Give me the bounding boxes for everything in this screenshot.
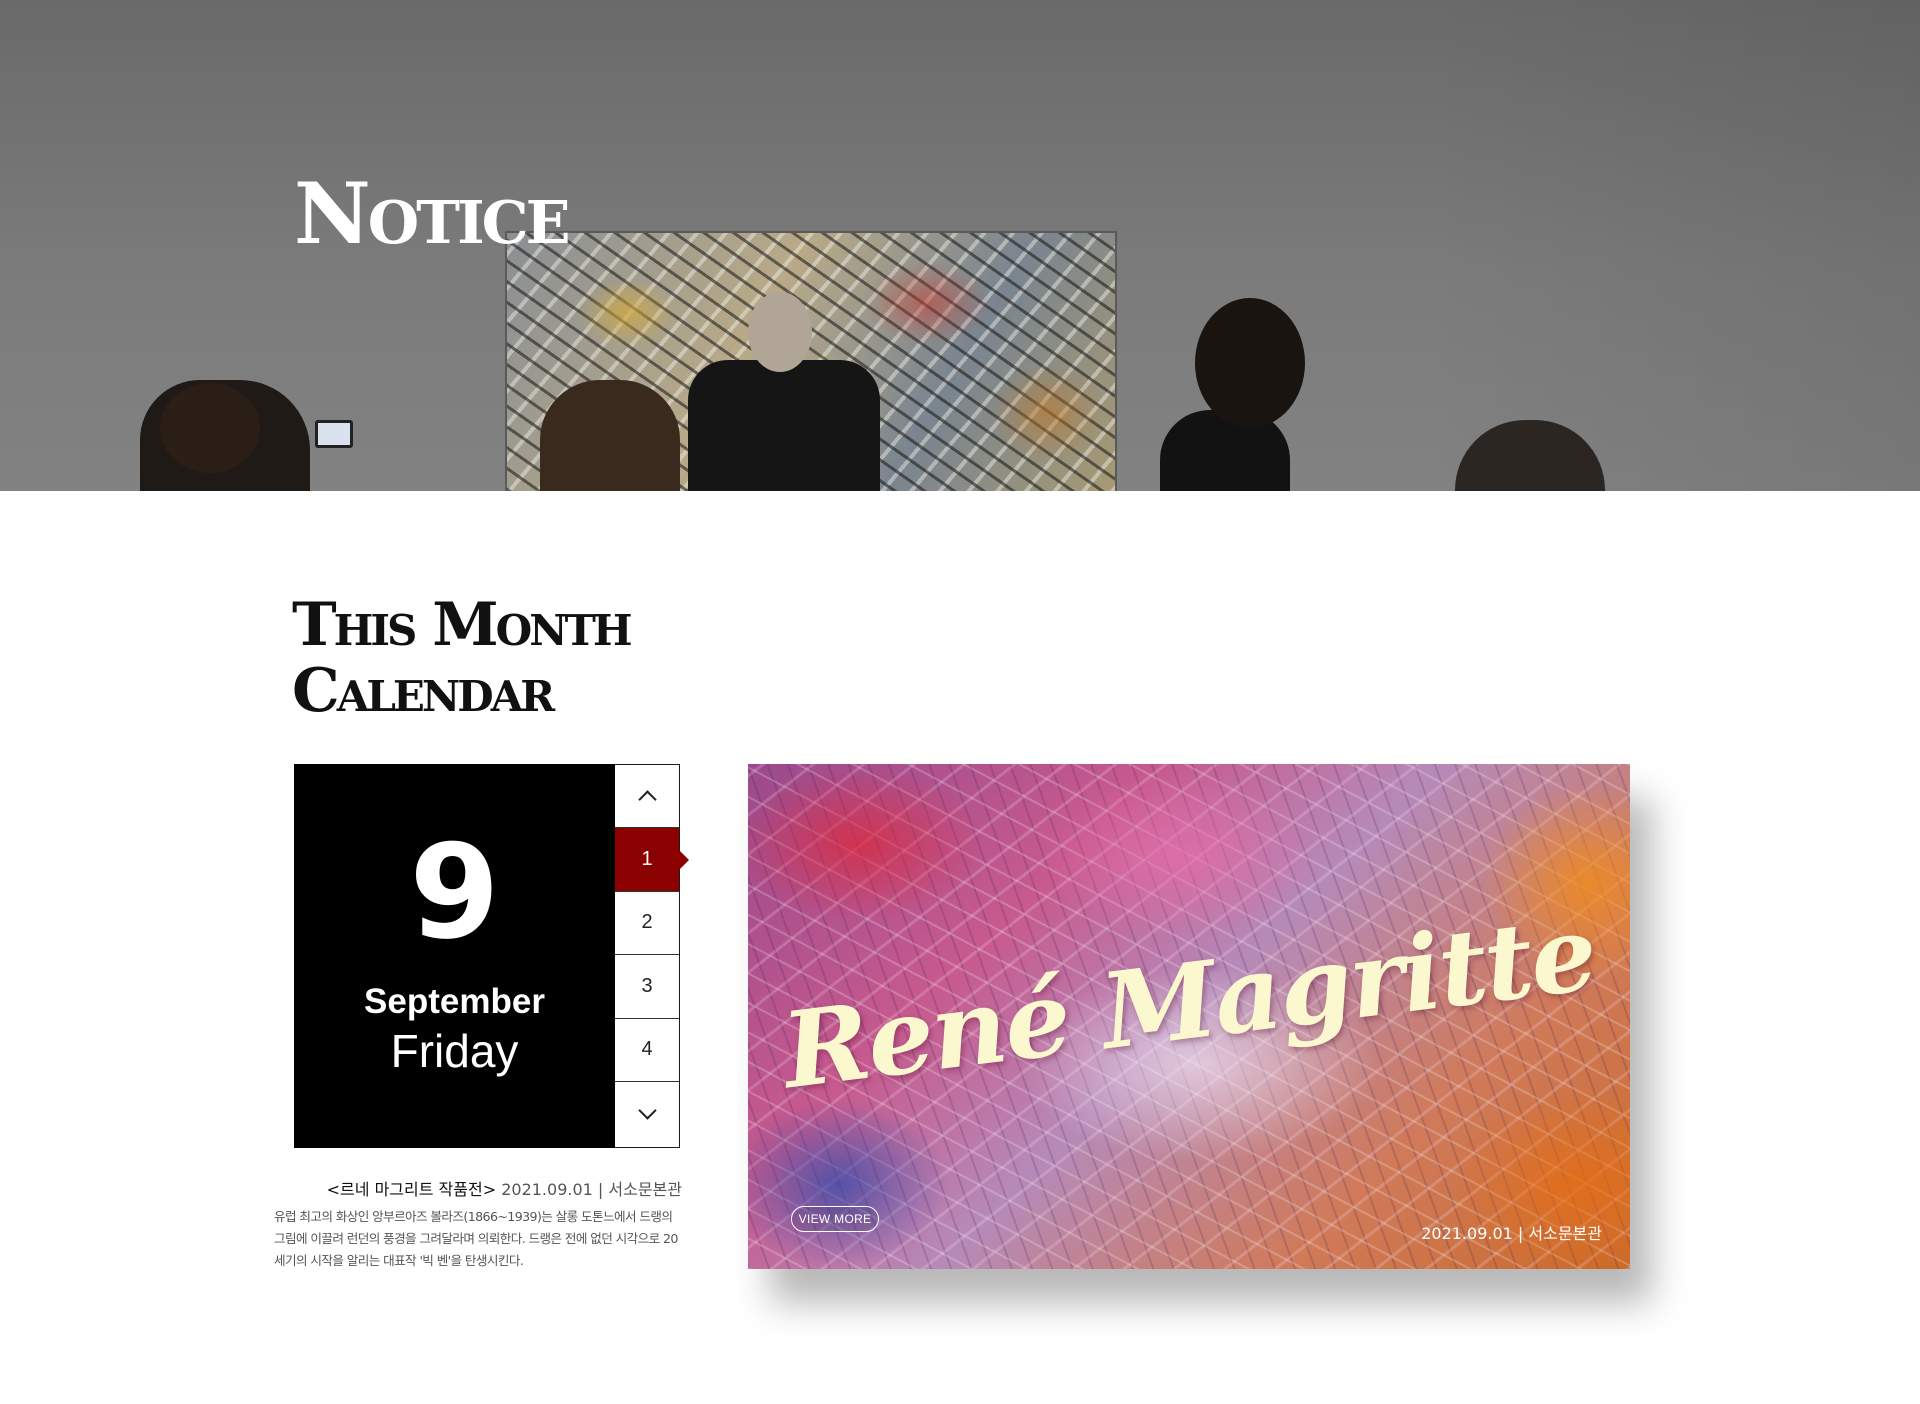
view-more-button[interactable]: VIEW MORE [791,1206,879,1232]
chevron-down-icon [637,1101,657,1120]
calendar-day-number: 9 [409,816,500,968]
visitor-silhouette [540,380,680,491]
event-body-text: 유럽 최고의 화상인 앙부르아즈 볼라즈(1866~1939)는 살롱 도톤느에… [274,1209,678,1268]
chevron-up-icon [637,789,657,809]
calendar-day-item[interactable]: 2 [615,891,679,956]
calendar-day-item[interactable]: 3 [615,955,679,1019]
calendar-date-box: 9 September Friday [294,764,615,1148]
calendar-month: September [364,982,545,1021]
feature-meta: 2021.09.01 | 서소문본관 [1421,1220,1602,1244]
calendar-day-item[interactable]: 4 [615,1018,679,1082]
featured-exhibition-card[interactable]: René Magritte VIEW MORE 2021.09.01 | 서소문… [748,764,1630,1269]
feature-title: René Magritte [776,890,1602,1113]
visitor-silhouette [748,292,812,372]
event-date: 2021.09.01 [501,1180,593,1199]
page-title: Notice [294,164,571,263]
calendar-day-list: 1 2 3 4 [615,764,680,1148]
visitor-silhouette [1195,298,1305,428]
hero-banner: Notice [0,0,1920,491]
feature-date: 2021.09.01 [1421,1224,1513,1243]
visitor-silhouette [160,383,260,473]
section-title: This Month Calendar [292,592,752,724]
feature-separator: | [1517,1224,1524,1243]
event-venue: 서소문본관 [608,1180,682,1199]
calendar-weekday: Friday [390,1025,519,1077]
camera-icon [315,420,353,448]
section-title-line1: This Month [292,590,633,660]
calendar-next-button[interactable] [615,1081,679,1146]
hero-wall-shade [1420,0,1920,491]
section-title-line2: Calendar [292,656,555,726]
calendar-day-item[interactable]: 1 [615,828,679,892]
feature-venue: 서소문본관 [1528,1224,1602,1243]
event-description-block: <르네 마그리트 작품전> 2021.09.01 | 서소문본관 유럽 최고의 … [274,1176,682,1272]
event-heading: <르네 마그리트 작품전> 2021.09.01 | 서소문본관 [274,1176,682,1200]
visitor-silhouette [688,360,880,491]
event-separator: | [597,1180,604,1199]
event-title: <르네 마그리트 작품전> [326,1180,497,1199]
calendar-prev-button[interactable] [615,765,679,829]
